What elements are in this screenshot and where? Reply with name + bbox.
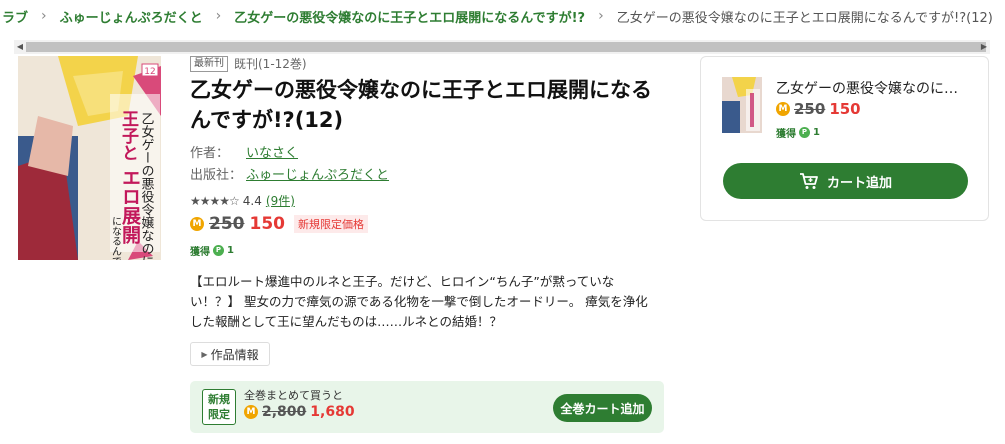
cart-points: 獲得 P 1 <box>776 125 820 140</box>
new-limited-tag: 新規 限定 <box>202 389 236 425</box>
svg-text:王子と: 王子と <box>118 110 139 161</box>
points-value: 1 <box>227 245 234 256</box>
publisher-link[interactable]: ふゅーじょんぷろだくと <box>246 164 389 183</box>
book-description: 【エロルート爆進中のルネと王子。だけど、ヒロイン“ちん子”が黙っていない！？】 … <box>190 274 648 329</box>
publisher-row: 出版社： ふゅーじょんぷろだくと <box>190 164 389 183</box>
chevron-right-icon: › <box>41 8 47 24</box>
limited-price-tag: 新規限定価格 <box>294 215 368 233</box>
rating-row: ★★★★☆ 4.4 (9件) <box>190 192 295 209</box>
cover-volume-number: 12 <box>144 67 155 77</box>
add-to-cart-label: カート追加 <box>826 175 892 191</box>
author-label: 作者： <box>190 146 230 161</box>
breadcrumb-item-category[interactable]: ラブ <box>2 7 28 26</box>
tag-line-2: 限定 <box>208 408 230 421</box>
point-icon: P <box>799 127 810 138</box>
bundle-price: M 2,800 1,680 <box>244 404 355 420</box>
points-value: 1 <box>813 127 820 138</box>
add-to-cart-button[interactable]: カート追加 <box>723 163 968 199</box>
point-icon: P <box>213 245 224 256</box>
sale-price: 150 <box>249 214 286 234</box>
points-label: 獲得 <box>776 129 796 140</box>
add-all-to-cart-button[interactable]: 全巻カート追加 <box>553 394 652 422</box>
tag-line-1: 新規 <box>208 393 230 406</box>
author-row: 作者： いなさく <box>190 142 298 161</box>
cart-panel: 乙女ゲーの悪役令嬢なのに… M 250 150 獲得 P 1 カート追加 <box>700 56 989 221</box>
work-info-button[interactable]: ▶ 作品情報 <box>190 342 270 366</box>
coin-icon: M <box>244 405 258 419</box>
breadcrumb-item-series[interactable]: 乙女ゲーの悪役令嬢なのに王子とエロ展開になるんですが!? <box>234 7 585 26</box>
chevron-right-icon: › <box>598 8 604 24</box>
publisher-label: 出版社： <box>190 168 243 183</box>
points-earned: 獲得 P 1 <box>190 243 234 258</box>
scroll-right-arrow-icon[interactable]: ▶ <box>978 40 990 54</box>
work-info-label: 作品情報 <box>210 347 259 362</box>
rating-stars-icon: ★★★★☆ <box>190 193 240 208</box>
svg-text:になるんですが!?: になるんですが!? <box>110 216 122 260</box>
cart-sale-price: 150 <box>829 100 861 118</box>
bundle-sale-price: 1,680 <box>310 404 355 420</box>
review-count-link[interactable]: (9件) <box>266 192 295 209</box>
breadcrumb-current: 乙女ゲーの悪役令嬢なのに王子とエロ展開になるんですが!?(12) <box>616 10 993 26</box>
scroll-left-arrow-icon[interactable]: ◀ <box>14 40 26 54</box>
cart-panel-price: M 250 150 <box>776 100 861 118</box>
breadcrumb-item-publisher[interactable]: ふゅーじょんぷろだくと <box>60 7 203 26</box>
cart-icon <box>799 173 818 189</box>
book-thumbnail[interactable] <box>722 77 762 133</box>
book-title: 乙女ゲーの悪役令嬢なのに王子とエロ展開になるんですが!?(12) <box>190 78 652 132</box>
rating-value: 4.4 <box>242 193 262 208</box>
horizontal-scrollbar[interactable]: ◀ ▶ <box>14 40 990 54</box>
book-cover-image[interactable]: 12 乙女ゲーの悪役令嬢なのに 王子と エロ展開 になるんですが!? <box>18 56 161 260</box>
author-link[interactable]: いなさく <box>246 142 298 161</box>
coin-icon: M <box>776 102 790 116</box>
breadcrumb: ラブ › ふゅーじょんぷろだくと › 乙女ゲーの悪役令嬢なのに王子とエロ展開にな… <box>0 0 1005 32</box>
points-label: 獲得 <box>190 247 210 258</box>
cart-panel-title: 乙女ゲーの悪役令嬢なのに… <box>776 81 958 97</box>
bundle-original-price: 2,800 <box>262 404 307 420</box>
cart-original-price: 250 <box>794 100 826 118</box>
scrollbar-thumb[interactable] <box>26 42 986 52</box>
latest-volume-badge: 最新刊 <box>190 55 228 72</box>
bundle-label: 全巻まとめて買うと <box>244 389 343 402</box>
chevron-right-icon: › <box>215 8 222 24</box>
bundle-offer: 新規 限定 全巻まとめて買うと M 2,800 1,680 全巻カート追加 <box>190 381 664 433</box>
book-badges: 最新刊 既刊(1-12巻) <box>190 55 307 72</box>
caret-right-icon: ▶ <box>201 349 208 359</box>
price-row: M 250 150 新規限定価格 <box>190 214 368 234</box>
svg-text:エロ展開: エロ展開 <box>119 168 141 245</box>
original-price: 250 <box>209 214 245 234</box>
volume-count: 既刊(1-12巻) <box>234 57 307 71</box>
coin-icon: M <box>190 217 204 231</box>
